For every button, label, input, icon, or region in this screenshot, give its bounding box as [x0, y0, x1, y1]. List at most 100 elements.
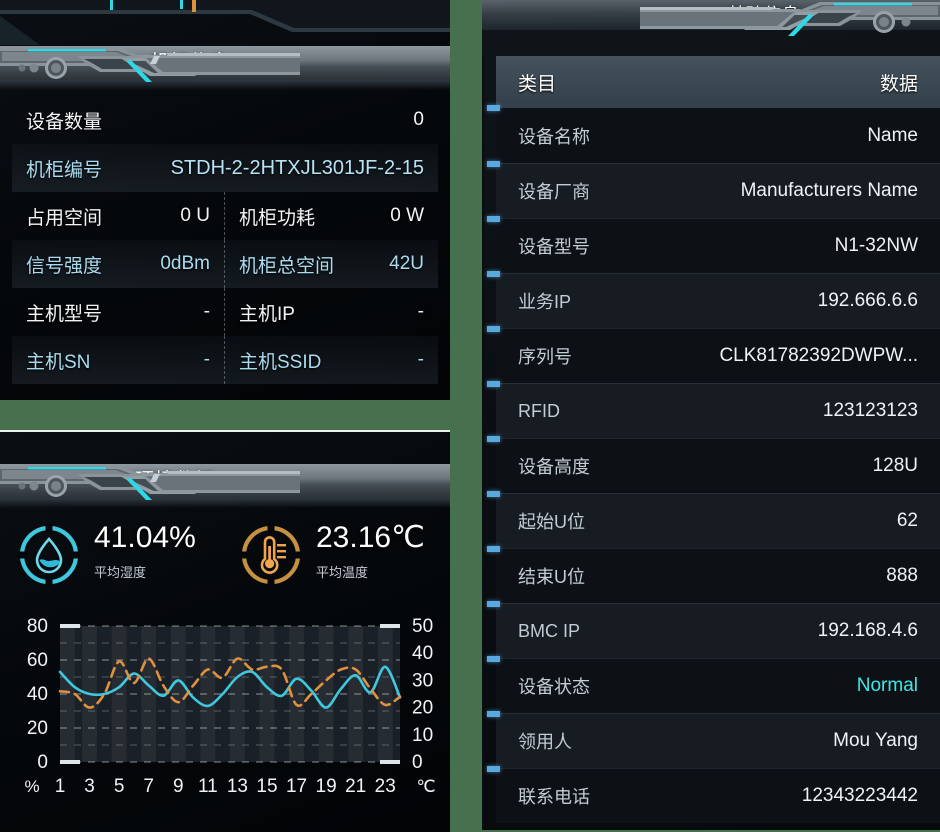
row-marker-icon: [487, 601, 500, 607]
table-row[interactable]: 结束U位 888: [487, 546, 940, 603]
svg-text:0: 0: [412, 752, 423, 773]
row-value: Mou Yang: [833, 730, 918, 751]
cabinet-cell: 主机型号 -: [12, 288, 225, 336]
cabinet-value: 0 W: [390, 205, 424, 226]
svg-text:30: 30: [412, 670, 433, 691]
cabinet-value: 0dBm: [160, 253, 210, 274]
table-row[interactable]: 设备厂商 Manufacturers Name: [487, 161, 940, 218]
humidity-gauge: 41.04% 平均湿度: [18, 522, 196, 586]
svg-text:10: 10: [412, 725, 433, 746]
cabinet-cell: 信号强度 0dBm: [12, 240, 225, 288]
row-key: BMC IP: [518, 620, 581, 641]
cabinet-label: 主机型号: [26, 303, 103, 325]
row-value: 192.666.6.6: [817, 290, 918, 311]
humidity-value: 41.04%: [94, 521, 196, 554]
svg-text:11: 11: [198, 776, 218, 797]
row-marker-icon: [487, 216, 500, 222]
row-key: 序列号: [518, 347, 572, 367]
cabinet-cell: 机柜功耗 0 W: [225, 192, 438, 240]
table-row[interactable]: 起始U位 62: [487, 491, 940, 548]
cabinet-value: -: [417, 301, 424, 322]
row-marker-icon: [487, 271, 500, 277]
row-key: RFID: [518, 400, 560, 421]
column-header-data: 数据: [879, 73, 918, 95]
row-value: 128U: [872, 455, 918, 476]
row-value: 123123123: [822, 400, 918, 421]
cabinet-row: 信号强度 0dBm 机柜总空间 42U: [12, 240, 438, 288]
row-marker-icon: [487, 656, 500, 662]
row-marker-icon: [487, 161, 500, 167]
cabinet-rows: 设备数量 0 机柜编号 STDH-2-2HTXJL301JF-2-15 占用空间…: [12, 96, 438, 384]
table-row[interactable]: BMC IP 192.168.4.6: [487, 601, 940, 658]
table-row[interactable]: 领用人 Mou Yang: [487, 711, 940, 768]
cabinet-cell: 机柜编号 STDH-2-2HTXJL301JF-2-15: [12, 144, 438, 192]
table-left-edge: [482, 56, 484, 830]
cabinet-info-panel: 机柜信息: [0, 0, 450, 400]
cabinet-value: 42U: [389, 253, 424, 274]
row-marker-icon: [487, 381, 500, 387]
cabinet-value: -: [417, 349, 424, 370]
table-row[interactable]: 序列号 CLK81782392DWPW...: [487, 326, 940, 383]
cabinet-row: 设备数量 0: [12, 96, 438, 144]
environment-panel: 环境数据: [0, 430, 450, 832]
row-marker-icon: [487, 436, 500, 442]
cabinet-label: 占用空间: [26, 207, 103, 229]
table-row[interactable]: 设备状态 Normal: [487, 656, 940, 713]
svg-text:17: 17: [286, 776, 307, 797]
cabinet-label: 机柜功耗: [239, 207, 316, 229]
cabinet-label: 信号强度: [26, 255, 103, 277]
row-value: 888: [886, 565, 918, 586]
mech-ornament-icon: [0, 42, 300, 86]
water-drop-icon: [18, 524, 80, 586]
svg-text:1: 1: [55, 776, 66, 797]
row-key: 设备状态: [518, 677, 590, 697]
svg-text:60: 60: [27, 650, 48, 671]
svg-text:40: 40: [27, 684, 48, 705]
svg-text:15: 15: [256, 776, 277, 797]
dashboard-root: 机柜信息: [0, 0, 940, 832]
humidity-text: 41.04% 平均湿度: [94, 522, 196, 581]
svg-text:20: 20: [27, 718, 48, 739]
row-key: 联系电话: [518, 787, 590, 807]
row-marker-icon: [487, 546, 500, 552]
table-row[interactable]: 设备名称 Name: [487, 105, 940, 163]
mech-ornament-icon: [0, 460, 300, 504]
svg-text:0: 0: [37, 752, 48, 773]
table-row[interactable]: 设备型号 N1-32NW: [487, 216, 940, 273]
row-marker-icon: [487, 491, 500, 497]
cabinet-panel-header: 机柜信息: [0, 46, 450, 90]
svg-text:3: 3: [84, 776, 95, 797]
environment-chart: 0 20 40 60 80 0 10 20 30 40 50 1 3 5 7 9 11 13 15 17 19 21 23%…: [0, 614, 450, 804]
svg-text:13: 13: [227, 776, 248, 797]
cabinet-cell: 主机SSID -: [225, 336, 438, 384]
svg-text:℃: ℃: [416, 777, 435, 796]
base-info-table: 类目 数据 设备名称 Name 设备厂商 Manufacturers Name 设备型号…: [487, 56, 940, 823]
cabinet-label: 主机IP: [239, 303, 295, 325]
chart-canvas: 020406080010203040501 3 5 7 9 11 13 15 17 19 21 23%…: [24, 616, 435, 797]
table-row[interactable]: 设备高度 128U: [487, 436, 940, 493]
status-badge: Normal: [856, 675, 918, 696]
table-row[interactable]: 业务IP 192.666.6.6: [487, 271, 940, 328]
cabinet-cell: 主机SN -: [12, 336, 225, 384]
environment-gauges: 41.04% 平均湿度 23.16℃ 平均温度: [0, 522, 450, 608]
row-value: CLK81782392DWPW...: [719, 345, 918, 366]
cabinet-value: 0 U: [180, 205, 210, 226]
cabinet-label: 机柜编号: [26, 159, 103, 181]
cabinet-label: 设备数量: [26, 111, 103, 133]
temperature-gauge: 23.16℃ 平均温度: [240, 522, 425, 586]
environment-panel-header: 环境数据: [0, 464, 450, 508]
cabinet-row: 机柜编号 STDH-2-2HTXJL301JF-2-15: [12, 144, 438, 192]
row-value: 62: [896, 510, 918, 531]
svg-text:20: 20: [412, 698, 433, 719]
temperature-value: 23.16℃: [316, 521, 425, 554]
row-key: 设备高度: [518, 457, 590, 477]
row-key: 设备型号: [518, 237, 590, 257]
svg-text:21: 21: [345, 776, 366, 797]
cabinet-row: 占用空间 0 U 机柜功耗 0 W: [12, 192, 438, 240]
row-key: 领用人: [518, 732, 572, 752]
table-row[interactable]: RFID 123123123: [487, 381, 940, 438]
cabinet-cell: 设备数量 0: [12, 96, 438, 144]
svg-text:7: 7: [143, 776, 154, 797]
table-row[interactable]: 联系电话 12343223442: [487, 766, 940, 823]
svg-text:%: %: [24, 777, 39, 796]
